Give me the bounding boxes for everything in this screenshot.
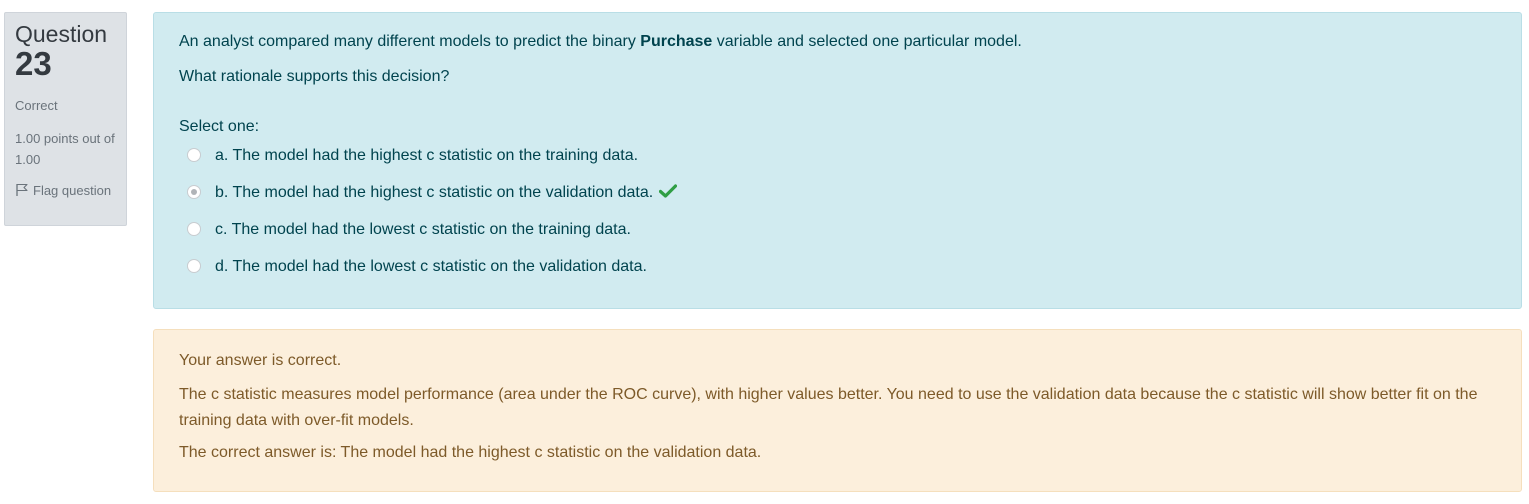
flag-icon xyxy=(16,183,28,196)
general-feedback: The c statistic measures model performan… xyxy=(179,386,1478,429)
radio-option-a[interactable] xyxy=(187,148,201,162)
question-stem-start: An analyst compared many different model… xyxy=(179,33,641,50)
question-label: Question xyxy=(15,21,108,47)
answer-option-b[interactable]: b. The model had the highest c statistic… xyxy=(179,174,1496,211)
question-info-panel: Question 23 Correct 1.00 points out of 1… xyxy=(4,12,127,226)
radio-option-b[interactable] xyxy=(187,185,201,199)
answer-option-c[interactable]: c. The model had the lowest c statistic … xyxy=(179,211,1496,248)
answer-option-d[interactable]: d. The model had the lowest c statistic … xyxy=(179,248,1496,285)
answer-label-b: b. The model had the highest c statistic… xyxy=(215,184,654,201)
answer-option-a[interactable]: a. The model had the highest c statistic… xyxy=(179,137,1496,174)
answer-label-a: a. The model had the highest c statistic… xyxy=(215,147,639,164)
answer-options: a. The model had the highest c statistic… xyxy=(179,137,1496,285)
right-answer: The correct answer is: The model had the… xyxy=(179,444,762,461)
question-text: An analyst compared many different model… xyxy=(179,31,1496,88)
question-stem: An analyst compared many different model… xyxy=(179,31,1496,53)
answer-label-d: d. The model had the lowest c statistic … xyxy=(215,258,647,275)
question-formulation: An analyst compared many different model… xyxy=(153,12,1522,309)
feedback-panel: Your answer is correct. The c statistic … xyxy=(153,329,1522,492)
question-grade: 1.00 points out of 1.00 xyxy=(15,131,115,167)
answer-label-c: c. The model had the lowest c statistic … xyxy=(215,221,631,238)
select-one-prompt: Select one: xyxy=(179,118,260,135)
answer-label-b-wrapper: b. The model had the highest c statistic… xyxy=(215,174,678,211)
feedback-result: Your answer is correct. xyxy=(179,352,342,369)
question-state: Correct xyxy=(15,98,58,113)
purchase-term: Purchase xyxy=(640,33,713,50)
question-subtext: What rationale supports this decision? xyxy=(179,68,450,85)
question-stem-end: variable and selected one particular mod… xyxy=(712,33,1022,50)
flag-question-label: Flag question xyxy=(33,183,112,198)
flag-question-link[interactable]: Flag question xyxy=(15,180,115,201)
question-number: 23 xyxy=(15,45,52,82)
check-icon xyxy=(659,184,678,198)
radio-option-c[interactable] xyxy=(187,222,201,236)
radio-option-d[interactable] xyxy=(187,259,201,273)
